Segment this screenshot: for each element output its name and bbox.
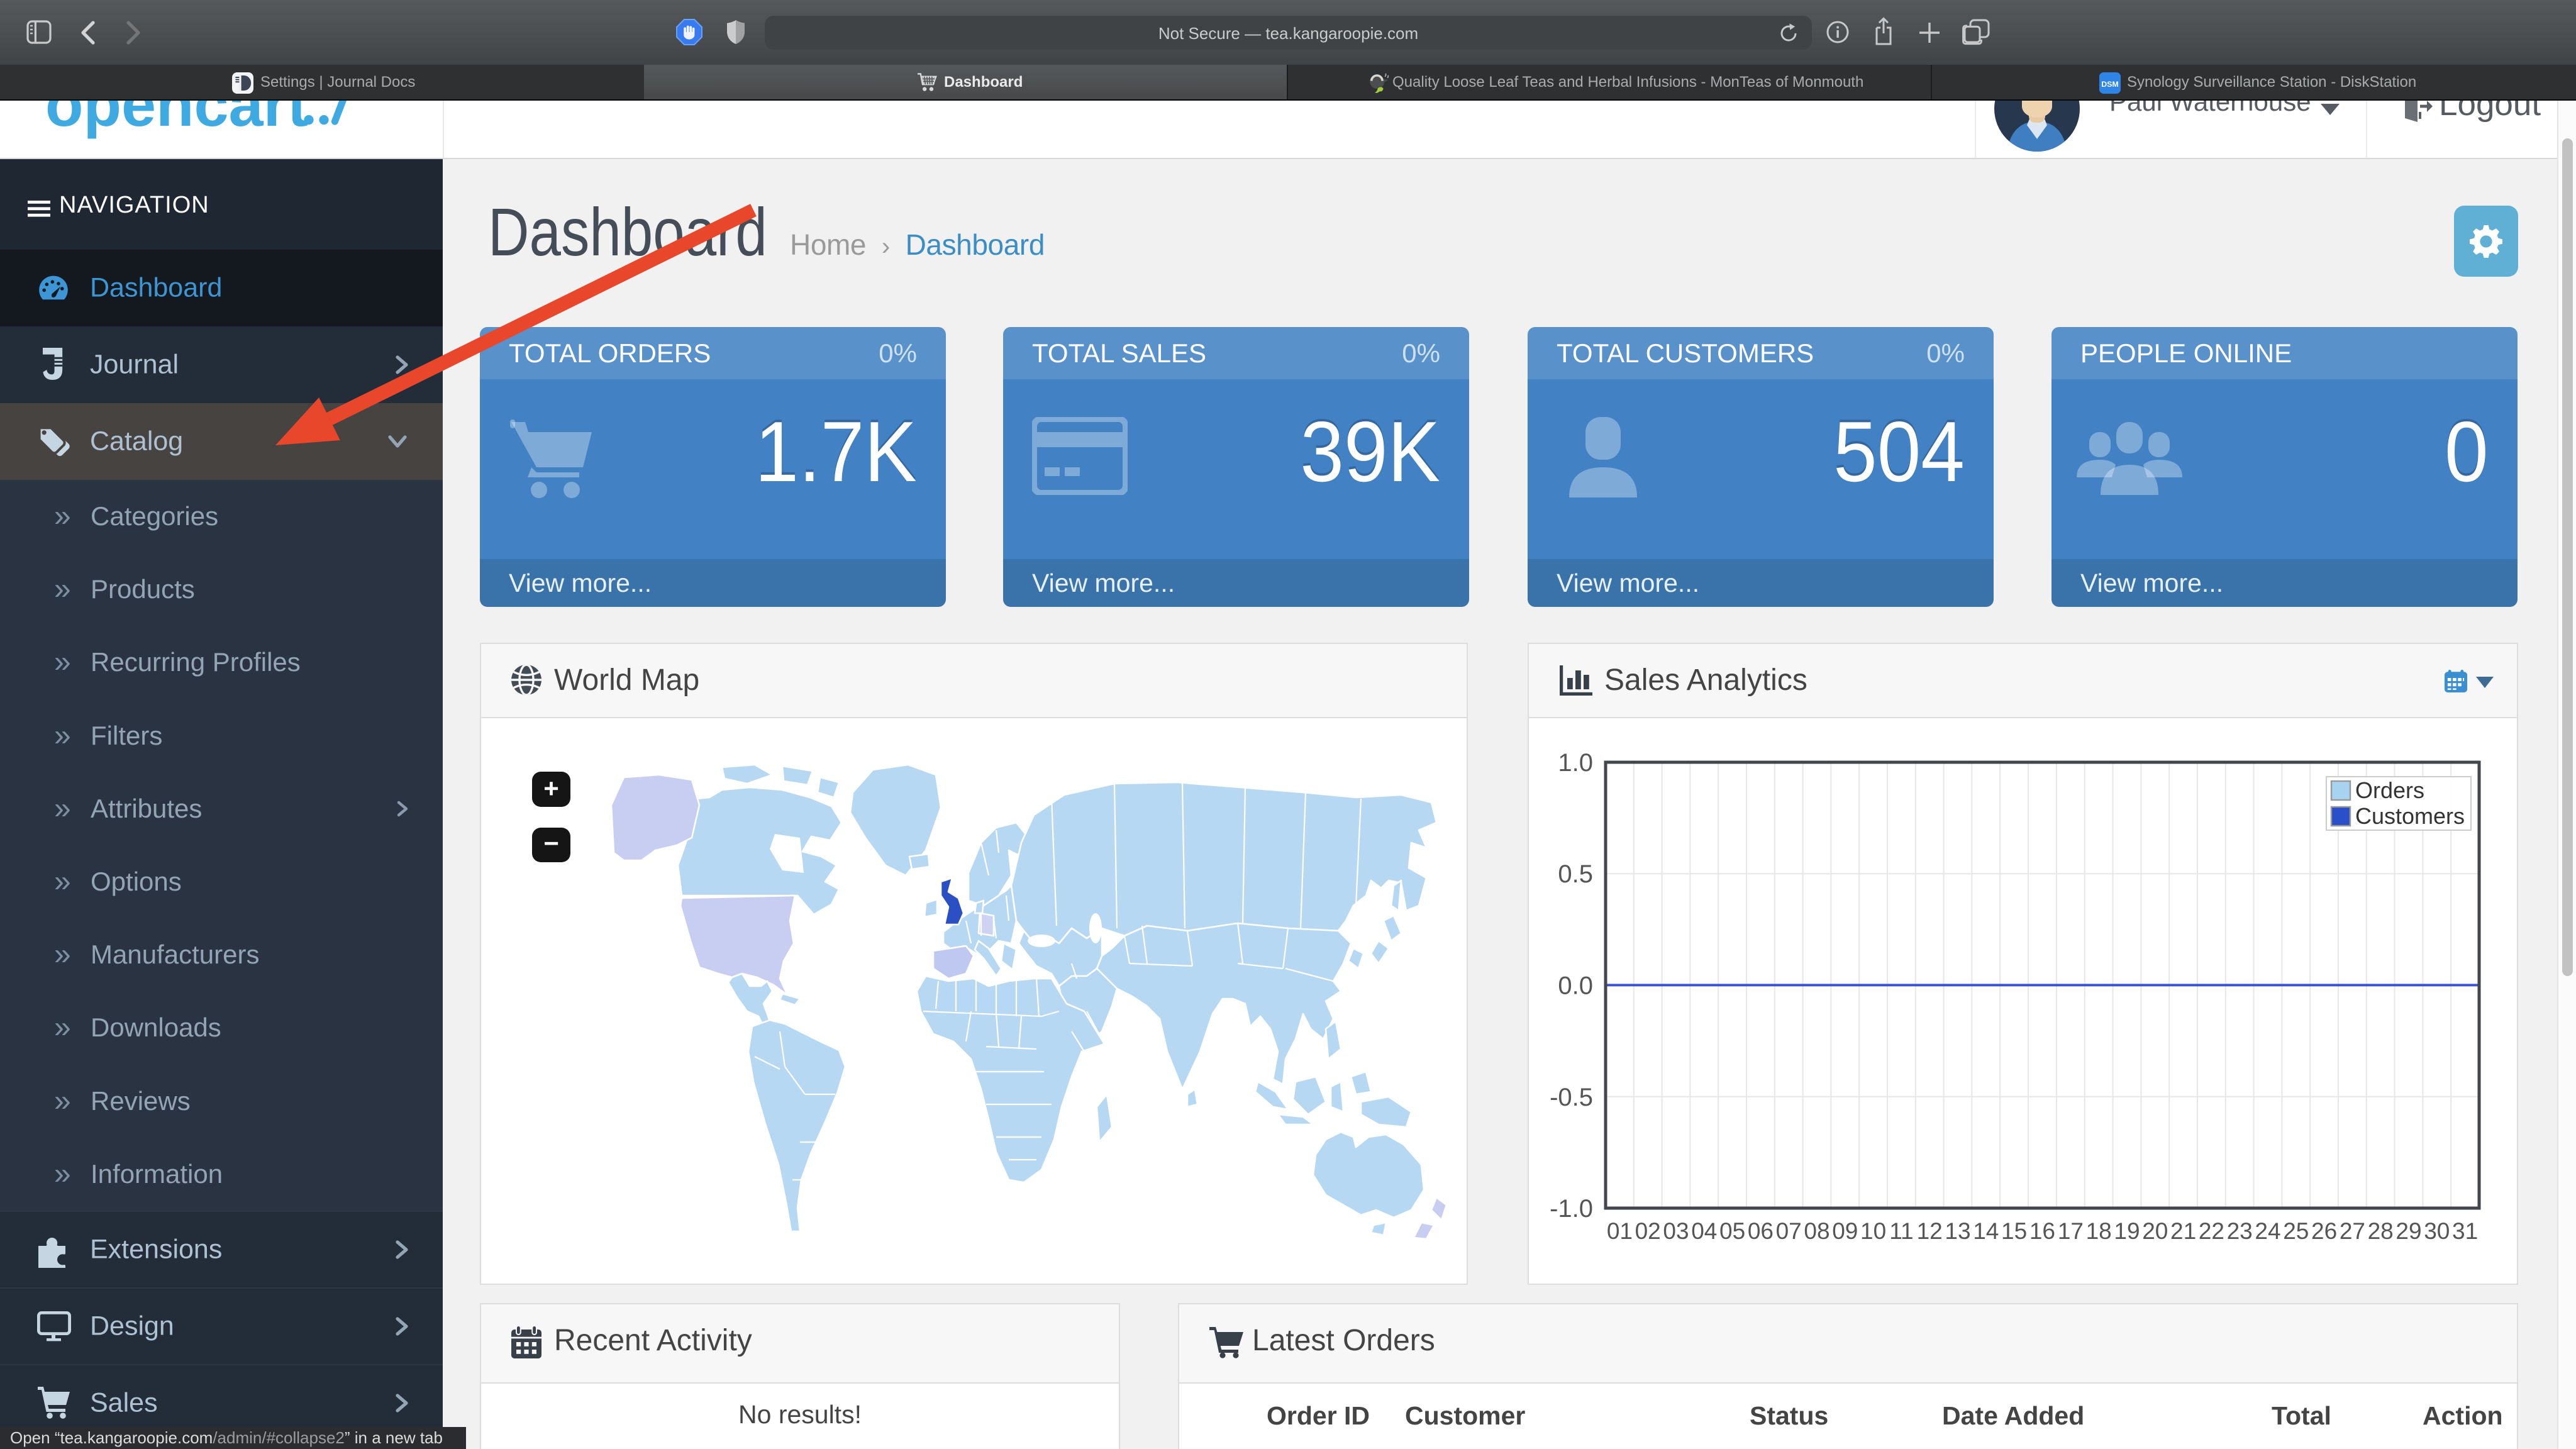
svg-text:22: 22: [2199, 1218, 2224, 1244]
svg-text:29: 29: [2396, 1218, 2421, 1244]
svg-text:0.5: 0.5: [1558, 860, 1593, 888]
svg-text:07: 07: [1776, 1218, 1802, 1244]
svg-text:Customers: Customers: [2355, 803, 2465, 829]
svg-text:01: 01: [1607, 1218, 1633, 1244]
svg-text:25: 25: [2283, 1218, 2309, 1244]
svg-text:16: 16: [2029, 1218, 2055, 1244]
svg-text:26: 26: [2311, 1218, 2337, 1244]
svg-text:DSM: DSM: [2101, 80, 2119, 89]
svg-text:09: 09: [1832, 1218, 1858, 1244]
svg-text:0.0: 0.0: [1558, 972, 1593, 999]
svg-text:14: 14: [1973, 1218, 1999, 1244]
svg-text:21: 21: [2170, 1218, 2196, 1244]
svg-text:19: 19: [2114, 1218, 2140, 1244]
svg-text:06: 06: [1748, 1218, 1774, 1244]
svg-text:-1.0: -1.0: [1550, 1195, 1593, 1223]
svg-text:Orders: Orders: [2355, 777, 2424, 803]
svg-text:02: 02: [1635, 1218, 1661, 1244]
svg-text:-0.5: -0.5: [1550, 1084, 1593, 1111]
svg-text:10: 10: [1860, 1218, 1886, 1244]
svg-text:03: 03: [1663, 1218, 1689, 1244]
svg-text:05: 05: [1719, 1218, 1745, 1244]
svg-text:30: 30: [2424, 1218, 2450, 1244]
svg-text:17: 17: [2058, 1218, 2084, 1244]
svg-text:18: 18: [2086, 1218, 2112, 1244]
svg-text:04: 04: [1691, 1218, 1717, 1244]
svg-text:31: 31: [2452, 1218, 2478, 1244]
svg-text:27: 27: [2340, 1218, 2365, 1244]
svg-text:13: 13: [1945, 1218, 1970, 1244]
svg-text:08: 08: [1804, 1218, 1829, 1244]
svg-text:11: 11: [1889, 1218, 1913, 1244]
svg-text:15: 15: [2001, 1218, 2027, 1244]
svg-text:20: 20: [2142, 1218, 2168, 1244]
svg-text:1.0: 1.0: [1558, 749, 1593, 777]
svg-text:23: 23: [2227, 1218, 2253, 1244]
svg-text:28: 28: [2368, 1218, 2394, 1244]
svg-text:12: 12: [1917, 1218, 1943, 1244]
svg-text:24: 24: [2255, 1218, 2280, 1244]
